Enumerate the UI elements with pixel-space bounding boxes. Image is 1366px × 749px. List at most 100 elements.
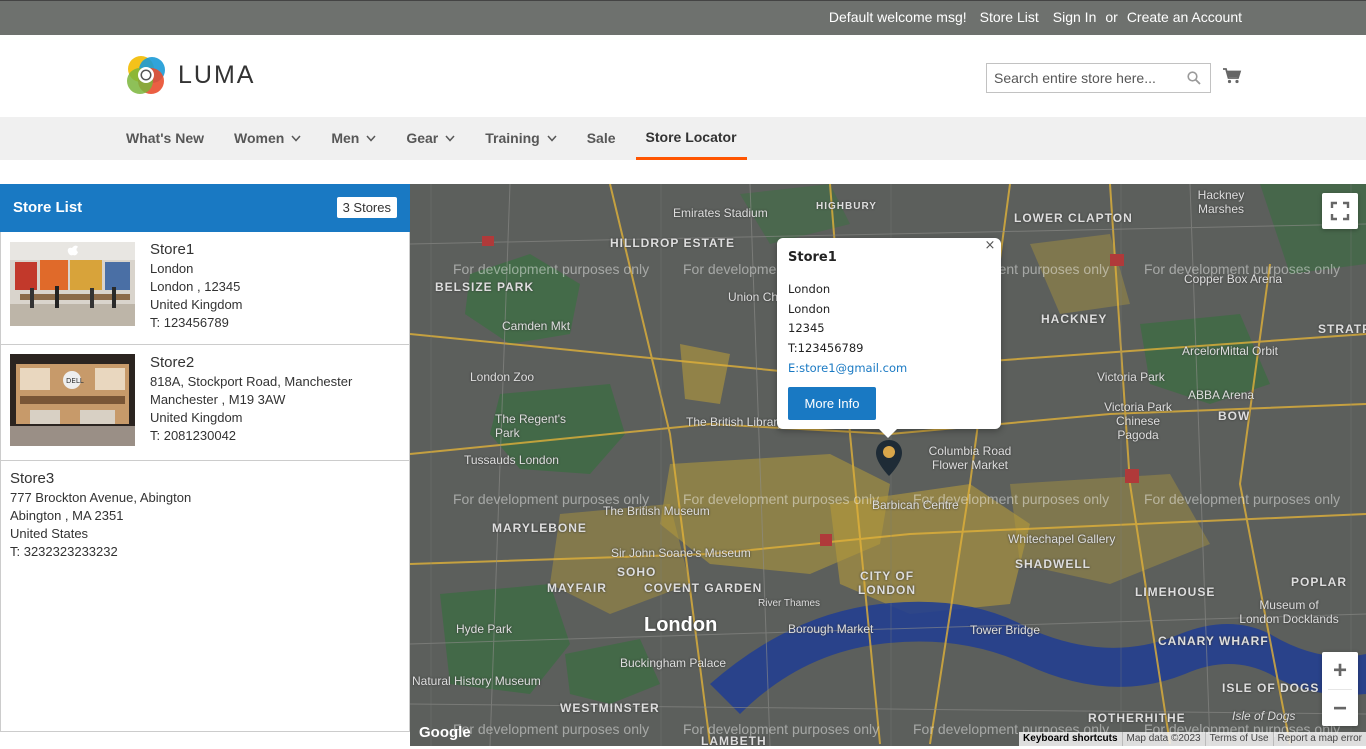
watermark: For development purposes only bbox=[453, 261, 650, 277]
map[interactable]: For development purposes only For develo… bbox=[410, 184, 1366, 746]
map-label: Emirates Stadium bbox=[673, 206, 768, 220]
map-label: Copper Box Arena bbox=[1184, 272, 1283, 286]
store-address-line2: London , 12345 bbox=[150, 279, 241, 294]
store-address-line2: Manchester , M19 3AW bbox=[150, 392, 286, 407]
nav-item-men[interactable]: Men bbox=[331, 117, 376, 160]
map-label: Victoria Park bbox=[1097, 370, 1165, 384]
store-address-line1: 818A, Stockport Road, Manchester bbox=[150, 374, 353, 389]
map-label: The British Library bbox=[686, 415, 784, 429]
map-label: Borough Market bbox=[788, 622, 874, 636]
nav-label: Men bbox=[331, 130, 360, 146]
close-icon[interactable]: × bbox=[983, 239, 997, 253]
chevron-down-icon bbox=[445, 135, 455, 142]
logo[interactable]: LUMA bbox=[126, 55, 255, 95]
store-item-2[interactable]: DELL Store2 818A, Stockport Road, Manche… bbox=[0, 345, 409, 461]
nav-label: Sale bbox=[586, 130, 616, 146]
map-label: LIMEHOUSE bbox=[1135, 585, 1216, 599]
map-label: ABBA Arena bbox=[1188, 388, 1255, 402]
map-marker-icon[interactable] bbox=[874, 439, 904, 477]
watermark: For development purposes only bbox=[453, 721, 650, 737]
store-count-badge: 3 Stores bbox=[336, 197, 397, 218]
map-label: Isle of Dogs bbox=[1232, 709, 1296, 723]
nav-label: What's New bbox=[126, 130, 205, 146]
info-phone: T:123456789 bbox=[788, 341, 864, 356]
info-line: London bbox=[788, 301, 831, 316]
nav-item-training[interactable]: Training bbox=[485, 117, 557, 160]
store-phone: T: 3232323233232 bbox=[10, 544, 118, 559]
map-label: Natural History Museum bbox=[412, 674, 541, 688]
store-3-info: Store3 777 Brockton Avenue, Abington Abi… bbox=[10, 470, 191, 561]
map-label: COVENT GARDEN bbox=[644, 581, 763, 595]
fullscreen-button[interactable] bbox=[1322, 193, 1358, 229]
store-1-photo bbox=[10, 242, 135, 326]
store-1-info: Store1 London London , 12345 United King… bbox=[150, 241, 243, 332]
top-links: Default welcome msg! Store List Sign In … bbox=[820, 9, 1242, 25]
map-label: BOW bbox=[1218, 409, 1251, 423]
nav-item-gear[interactable]: Gear bbox=[406, 117, 455, 160]
map-label: The Regent's Park bbox=[495, 412, 566, 440]
zoom-out-button[interactable]: − bbox=[1322, 690, 1358, 727]
store-phone: T: 123456789 bbox=[150, 315, 229, 330]
keyboard-shortcuts-link[interactable]: Keyboard shortcuts bbox=[1019, 732, 1121, 746]
store-country: United Kingdom bbox=[150, 410, 243, 425]
chevron-down-icon bbox=[547, 135, 557, 142]
map-label: BELSIZE PARK bbox=[435, 280, 535, 294]
store-country: United States bbox=[10, 526, 89, 541]
map-label: WESTMINSTER bbox=[560, 701, 660, 715]
map-label: Museum of London Docklands bbox=[1239, 598, 1339, 626]
map-label: POPLAR bbox=[1291, 575, 1348, 589]
search-icon[interactable] bbox=[1187, 71, 1201, 85]
chevron-down-icon bbox=[291, 135, 301, 142]
map-label: HIGHBURY bbox=[816, 201, 877, 212]
report-error-link[interactable]: Report a map error bbox=[1272, 732, 1366, 746]
nav-item-store-locator[interactable]: Store Locator bbox=[635, 117, 747, 160]
store-item-1[interactable]: Store1 London London , 12345 United King… bbox=[0, 232, 409, 345]
map-label: MAYFAIR bbox=[547, 581, 607, 595]
sign-in-link[interactable]: Sign In bbox=[1053, 9, 1097, 25]
map-label: HACKNEY bbox=[1041, 312, 1108, 326]
info-line: London bbox=[788, 282, 831, 296]
map-label: Whitechapel Gallery bbox=[1008, 532, 1116, 546]
chevron-down-icon bbox=[366, 135, 376, 142]
store-country: United Kingdom bbox=[150, 297, 243, 312]
map-label: London Zoo bbox=[470, 370, 535, 384]
map-label: SOHO bbox=[617, 565, 657, 579]
terms-link[interactable]: Terms of Use bbox=[1204, 732, 1273, 746]
cart-icon[interactable] bbox=[1222, 66, 1242, 86]
svg-text:DELL: DELL bbox=[66, 377, 84, 385]
map-label: Tower Bridge bbox=[970, 623, 1041, 637]
nav-item-whats-new[interactable]: What's New bbox=[126, 117, 204, 160]
map-label: ISLE OF DOGS bbox=[1222, 681, 1320, 695]
map-label: HILLDROP ESTATE bbox=[610, 236, 736, 250]
store-2-photo: DELL bbox=[10, 354, 135, 446]
nav-item-sale[interactable]: Sale bbox=[587, 117, 616, 160]
map-label: LAMBETH bbox=[701, 734, 767, 746]
header: LUMA bbox=[0, 35, 1366, 117]
map-label: ROTHERHITHE bbox=[1088, 711, 1186, 725]
zoom-in-button[interactable]: + bbox=[1322, 652, 1358, 689]
map-label: Victoria Park Chinese Pagoda bbox=[1104, 400, 1172, 442]
create-account-link[interactable]: Create an Account bbox=[1127, 9, 1242, 25]
info-window-title: Store1 bbox=[788, 250, 837, 265]
more-info-button[interactable]: More Info bbox=[788, 387, 876, 420]
zoom-control: + − bbox=[1322, 652, 1358, 726]
info-email-link[interactable]: E:store1@gmail.com bbox=[788, 359, 907, 379]
store-name: Store2 bbox=[150, 354, 195, 371]
map-label: Buckingham Palace bbox=[620, 656, 727, 670]
store-list-link[interactable]: Store List bbox=[980, 9, 1039, 25]
search-input[interactable] bbox=[987, 64, 1177, 92]
map-attribution: Keyboard shortcuts Map data ©2023 Terms … bbox=[1019, 732, 1366, 746]
nav-label: Women bbox=[234, 130, 285, 146]
nav-item-women[interactable]: Women bbox=[234, 117, 301, 160]
store-info-window: Store1 × London London 12345 T:123456789… bbox=[777, 238, 1001, 438]
map-label: Sir John Soane's Museum bbox=[611, 546, 751, 560]
logo-text: LUMA bbox=[178, 60, 256, 89]
google-logo[interactable]: Google bbox=[419, 724, 471, 741]
store-phone: T: 2081230042 bbox=[150, 428, 237, 443]
map-data-text: Map data ©2023 bbox=[1121, 732, 1205, 746]
map-label: CITY OF LONDON bbox=[858, 569, 916, 597]
map-label: Union Ch bbox=[728, 290, 779, 304]
store-item-3[interactable]: Store3 777 Brockton Avenue, Abington Abi… bbox=[0, 461, 409, 571]
map-label: Tussauds London bbox=[464, 453, 559, 467]
map-label: Columbia Road Flower Market bbox=[928, 444, 1012, 472]
